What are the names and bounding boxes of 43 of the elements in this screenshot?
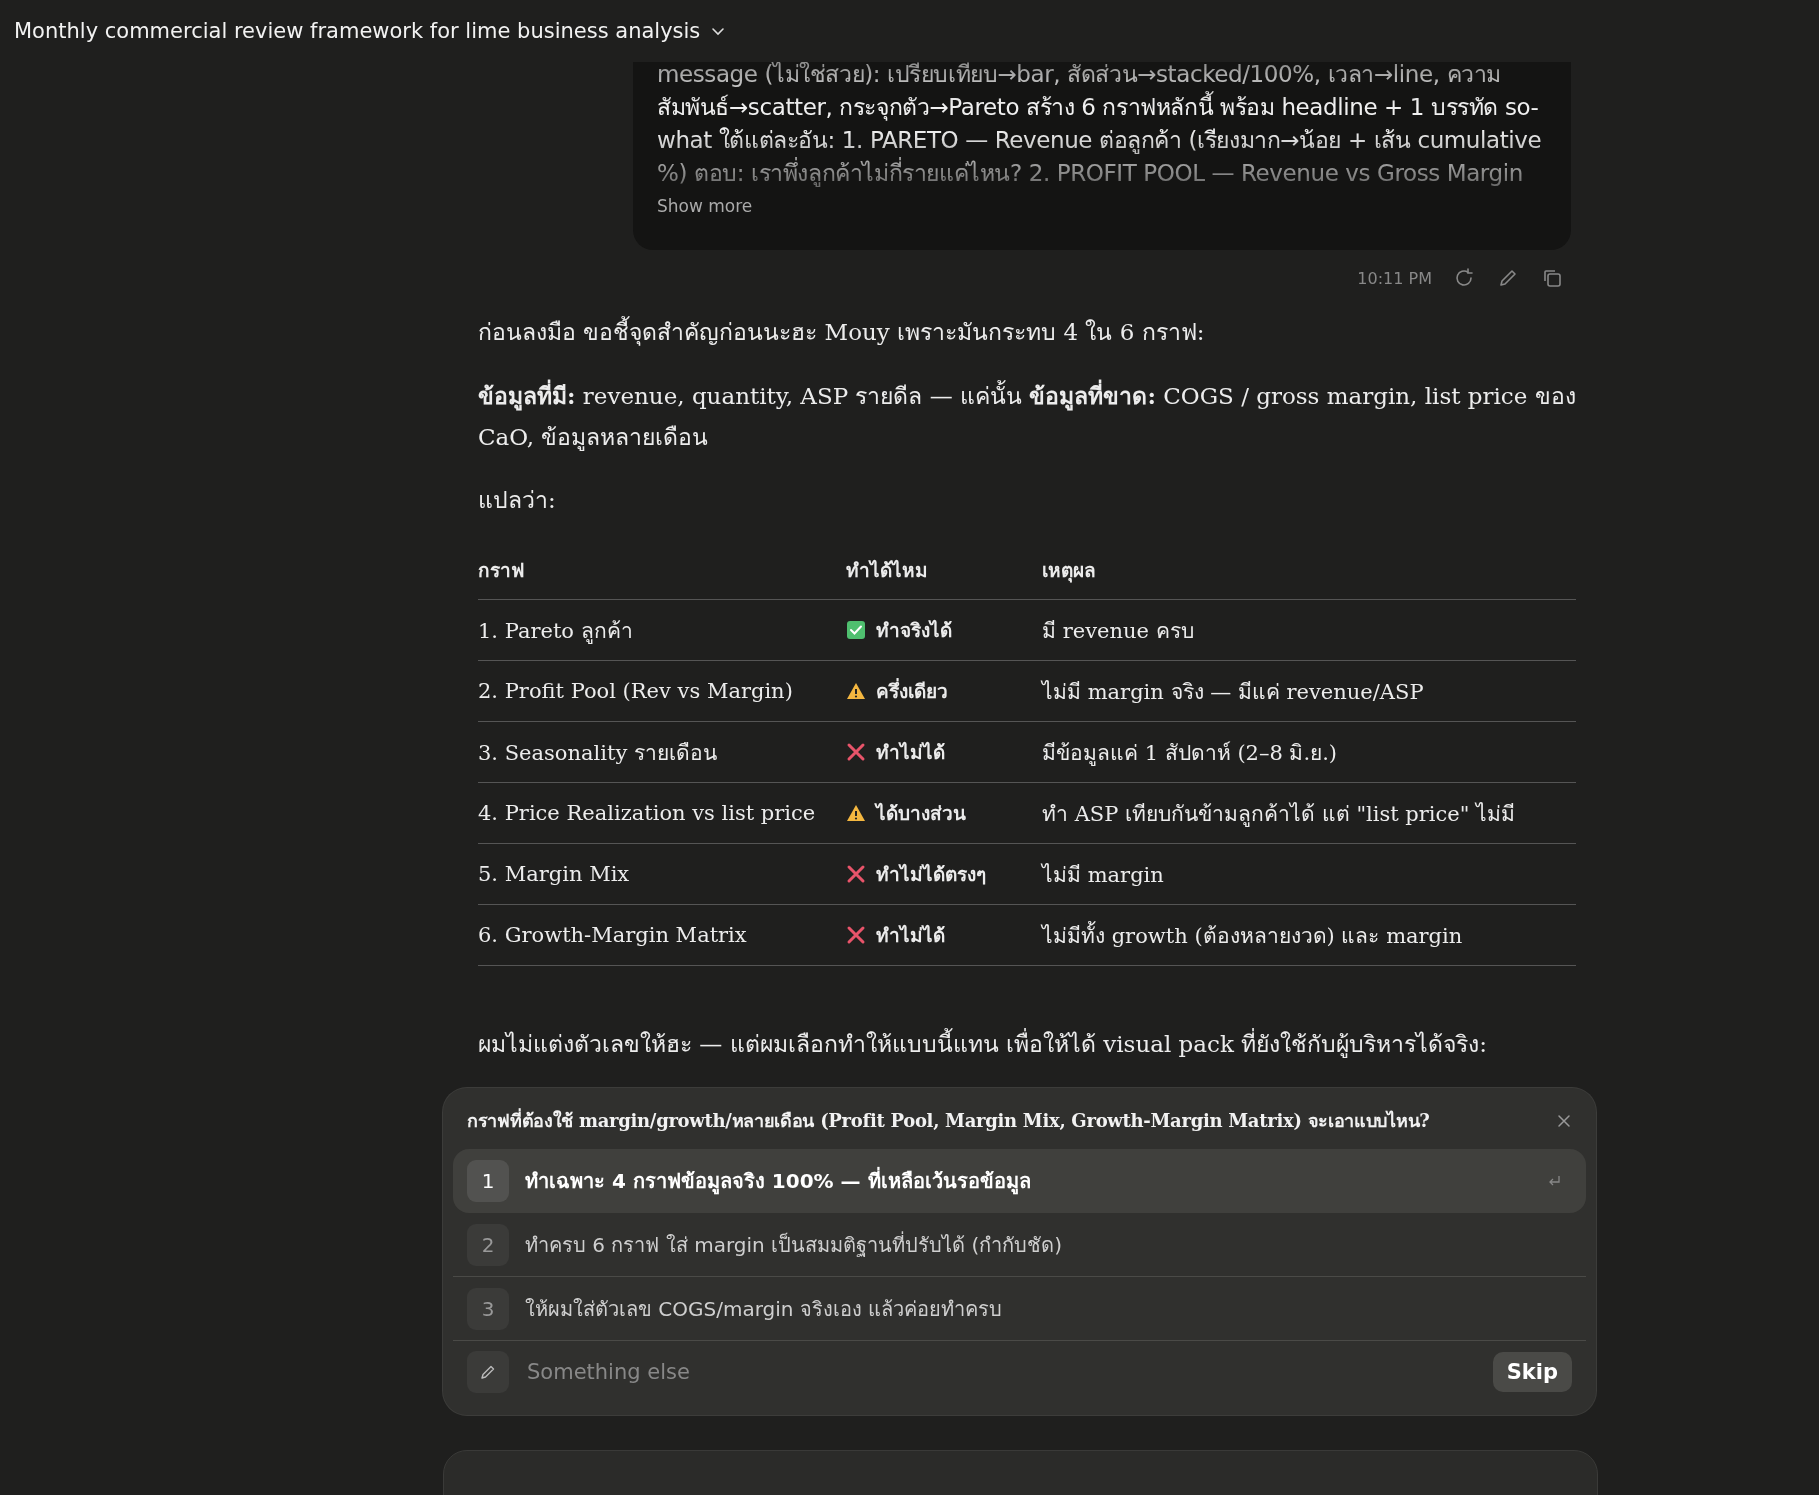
option-number: 1: [467, 1160, 509, 1202]
table-cell-text: 5. Margin Mix: [478, 862, 631, 886]
table-cell-text: 2. Profit Pool (Rev vs Margin): [478, 679, 794, 703]
paragraph: ก่อนลงมือ ขอชี้จุดสำคัญก่อนนะฮะ Mouy เพราะมันกระทบ 4 ใน 6 กราฟ:: [478, 312, 1576, 353]
table-cell-text: 4. Price Realization vs list price: [478, 801, 817, 825]
option-number: 2: [467, 1223, 509, 1266]
message-text: what ใต้แต่ละอัน: 1. PARETO — Revenue ต่อลูกค้า (เรียงมาก→น้อย + เส้น cumulative: [657, 126, 1543, 156]
option-button[interactable]: 1 ทำเฉพาะ 4 กราฟข้อมูลจริง 100% — ที่เหลือเว้นรอข้อมูล: [453, 1149, 1586, 1213]
paragraph: ข้อมูลที่มี: revenue, quantity, ASP รายดีล — แค่นั้น ข้อมูลที่ขาด: COGS / gross margin, list price ของ CaO, ข้อมูลหลายเดือน: [478, 375, 1576, 458]
table-cell-text: ไม่มี margin จริง — มีแค่ revenue/ASP: [1042, 678, 1425, 706]
status-text: ทำไม่ได้: [876, 923, 945, 948]
column-header: กราฟ: [478, 558, 525, 583]
option-button[interactable]: 2 ทำครบ 6 กราฟ ใส่ margin เป็นสมมติฐานที่ปรับได้ (กำกับชัด): [453, 1213, 1586, 1277]
table-cell-text: มีข้อมูลแค่ 1 สัปดาห์ (2–8 มิ.ย.): [1042, 739, 1339, 768]
column-header: ทำได้ไหม: [846, 558, 929, 583]
skip-button[interactable]: Skip: [1492, 1352, 1572, 1392]
question-text: กราฟที่ต้องใช้ margin/growth/หลายเดือน (Profit Pool, Margin Mix, Growth-Margin Matrix) จะเอาแบบไหน?: [467, 1107, 1430, 1133]
option-button[interactable]: 3 ให้ผมใส่ตัวเลข COGS/margin จริงเอง แล้วค่อยทำครบ: [453, 1277, 1586, 1341]
timestamp: 10:11 PM: [1357, 268, 1432, 288]
paragraph: ผมไม่แต่งตัวเลขให้ฮะ — แต่ผมเลือกทำให้แบบนี้แทน เพื่อให้ได้ visual pack ที่ยังใช้กับผู้บริหารได้จริง:: [478, 1024, 1576, 1065]
status-text: ทำไม่ได้: [876, 740, 945, 765]
table-cell-text: มี revenue ครบ: [1042, 617, 1195, 645]
table-cell-text: ทำ ASP เทียบกันข้ามลูกค้าได้ แต่ "list price" ไม่มี: [1042, 800, 1517, 829]
answer-field[interactable]: Something else: [525, 1359, 1477, 1385]
status-text: ทำจริงได้: [876, 618, 952, 643]
close-icon[interactable]: [1556, 1112, 1572, 1129]
message-text: สัมพันธ์→scatter, กระจุกตัว→Pareto สร้าง 6 กราฟหลักนี้ พร้อม headline + 1 บรรทัด so-: [657, 91, 1547, 124]
status-text: ได้บางส่วน: [876, 801, 966, 826]
chat-title[interactable]: Monthly commercial review framework for lime business analysis: [14, 19, 701, 43]
paragraph: แปลว่า:: [478, 486, 557, 515]
column-header: เหตุผล: [1042, 558, 1097, 585]
status-text: ทำไม่ได้ตรงๆ: [876, 862, 986, 887]
pencil-icon: [479, 1363, 497, 1381]
message-text: %) ตอบ: เราพึ่งลูกค้าไม่กี่รายแค่ไหน? 2. PROFIT POOL — Revenue vs Gross Margin: [657, 157, 1547, 190]
table-cell-text: 3. Seasonality รายเดือน: [478, 739, 718, 767]
show-more-link[interactable]: Show more: [657, 196, 753, 216]
table-cell-text: 1. Pareto ลูกค้า: [478, 617, 634, 646]
table-cell-text: ไม่มีทั้ง growth (ต้องหลายงวด) และ margin: [1042, 920, 1464, 950]
option-number: 3: [467, 1287, 509, 1330]
table-cell-text: ไม่มี margin: [1042, 861, 1165, 889]
table-cell-text: 6. Growth-Margin Matrix: [478, 923, 748, 947]
message-text: message (ไม่ใช่สวย): เปรียบเทียบ→bar, สัดส่วน→stacked/100%, เวลา→line, ความ: [657, 60, 1502, 89]
status-text: ครึ่งเดียว: [876, 677, 948, 704]
